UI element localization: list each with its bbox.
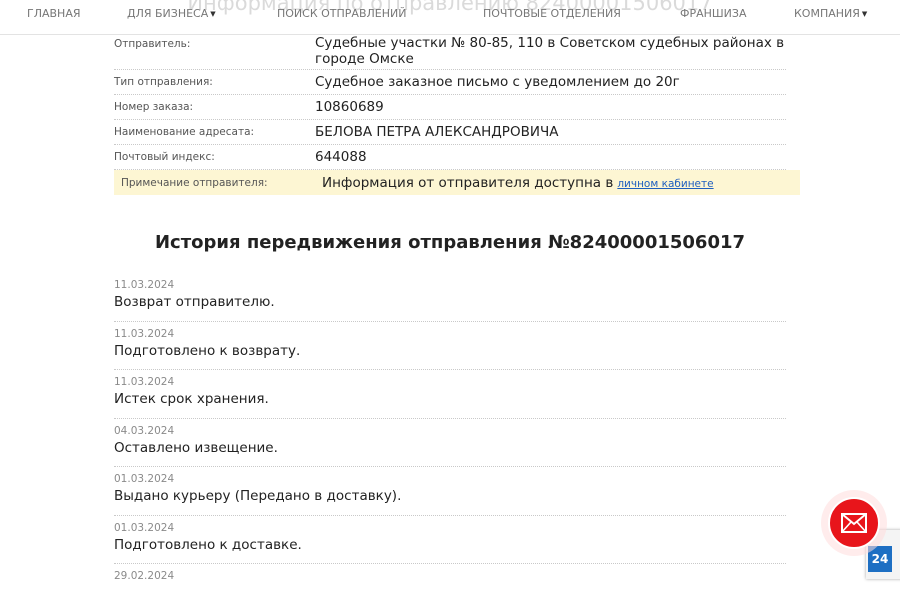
history-list: 11.03.2024 Возврат отправителю. 11.03.20… xyxy=(114,273,786,613)
nav-item-home[interactable]: ГЛАВНАЯ xyxy=(27,7,81,20)
detail-value: БЕЛОВА ПЕТРА АЛЕКСАНДРОВИЧА xyxy=(315,124,559,140)
nav-item-search[interactable]: ПОИСК ОТПРАВЛЕНИЙ xyxy=(277,7,406,20)
detail-value: 644088 xyxy=(315,149,367,165)
event-status: Подготовлено к доставке. xyxy=(114,536,302,553)
nav-item-offices[interactable]: ПОЧТОВЫЕ ОТДЕЛЕНИЯ xyxy=(483,7,621,20)
event-date: 01.03.2024 xyxy=(114,521,175,534)
event-status: Подготовлено к возврату. xyxy=(114,342,301,359)
event-status: Возврат отправителю. xyxy=(114,294,275,310)
history-title: История передвижения отправления №824000… xyxy=(154,232,746,253)
detail-label: Примечание отправителя: xyxy=(121,176,268,189)
nav-item-business[interactable]: ДЛЯ БИЗНЕСА ▼ xyxy=(127,7,216,20)
top-nav: Информация по отправлению 82400001506017… xyxy=(0,0,900,35)
event-date: 04.03.2024 xyxy=(114,424,175,437)
detail-value: Судебное заказное письмо с уведомлением … xyxy=(315,74,680,90)
history-event: 11.03.2024 Возврат отправителю. xyxy=(114,273,786,322)
nav-item-label: ГЛАВНАЯ xyxy=(27,7,81,20)
detail-row-index: Почтовый индекс: 644088 xyxy=(114,145,786,170)
event-date: 01.03.2024 xyxy=(114,473,175,485)
sender-note-row: Примечание отправителя: Информация от от… xyxy=(114,170,800,195)
event-status: Выдано курьеру (Передано в доставку). xyxy=(114,488,402,504)
nav-item-franchise[interactable]: ФРАНШИЗА xyxy=(680,7,746,20)
detail-label: Почтовый индекс: xyxy=(114,151,215,163)
history-event: 04.03.2024 Оставлено извещение. xyxy=(114,419,786,467)
nav-item-label: ФРАНШИЗА xyxy=(680,7,747,20)
nav-item-label: ПОИСК ОТПРАВЛЕНИЙ xyxy=(277,7,407,20)
nav-item-label: КОМПАНИЯ xyxy=(794,7,860,20)
detail-value: Информация от отправителя доступна в личн… xyxy=(322,175,714,191)
caret-down-icon: ▼ xyxy=(210,10,216,18)
detail-row-sender: Отправитель: Судебные участки № 80-85, 1… xyxy=(114,34,786,70)
detail-value: 10860689 xyxy=(315,99,384,115)
history-event: 11.03.2024 Подготовлено к возврату. xyxy=(114,322,786,370)
detail-row-recipient: Наименование адресата: БЕЛОВА ПЕТРА АЛЕК… xyxy=(114,120,786,145)
mail-button-circle xyxy=(828,497,880,549)
detail-label: Номер заказа: xyxy=(114,101,194,113)
event-status: Оставлено извещение. xyxy=(114,439,278,456)
detail-label: Отправитель: xyxy=(114,38,191,50)
detail-value: Судебные участки № 80-85, 110 в Советско… xyxy=(315,35,785,67)
history-event: 29.02.2024 xyxy=(114,564,786,613)
history-event: 01.03.2024 Подготовлено к доставке. xyxy=(114,516,786,564)
history-event: 11.03.2024 Истек срок хранения. xyxy=(114,370,786,419)
event-date: 11.03.2024 xyxy=(114,279,175,291)
nav-item-label: ДЛЯ БИЗНЕСА xyxy=(127,7,209,20)
detail-row-type: Тип отправления: Судебное заказное письм… xyxy=(114,70,786,95)
detail-label: Тип отправления: xyxy=(114,76,213,88)
history-event: 01.03.2024 Выдано курьеру (Передано в до… xyxy=(114,467,786,516)
note-text: Информация от отправителя доступна в xyxy=(322,174,614,191)
envelope-icon xyxy=(841,513,867,533)
detail-row-order: Номер заказа: 10860689 xyxy=(114,95,786,120)
event-date: 11.03.2024 xyxy=(114,327,175,340)
nav-item-company[interactable]: КОМПАНИЯ ▼ xyxy=(794,7,867,20)
personal-account-link[interactable]: личном кабинете xyxy=(617,178,713,190)
contact-mail-button[interactable] xyxy=(821,490,887,556)
event-status: Истек срок хранения. xyxy=(114,391,269,407)
caret-down-icon: ▼ xyxy=(861,10,868,18)
nav-item-label: ПОЧТОВЫЕ ОТДЕЛЕНИЯ xyxy=(483,7,621,20)
event-date: 11.03.2024 xyxy=(114,376,175,388)
detail-label: Наименование адресата: xyxy=(114,126,255,138)
shipment-details: Отправитель: Судебные участки № 80-85, 1… xyxy=(114,34,786,170)
event-date: 29.02.2024 xyxy=(114,570,175,582)
